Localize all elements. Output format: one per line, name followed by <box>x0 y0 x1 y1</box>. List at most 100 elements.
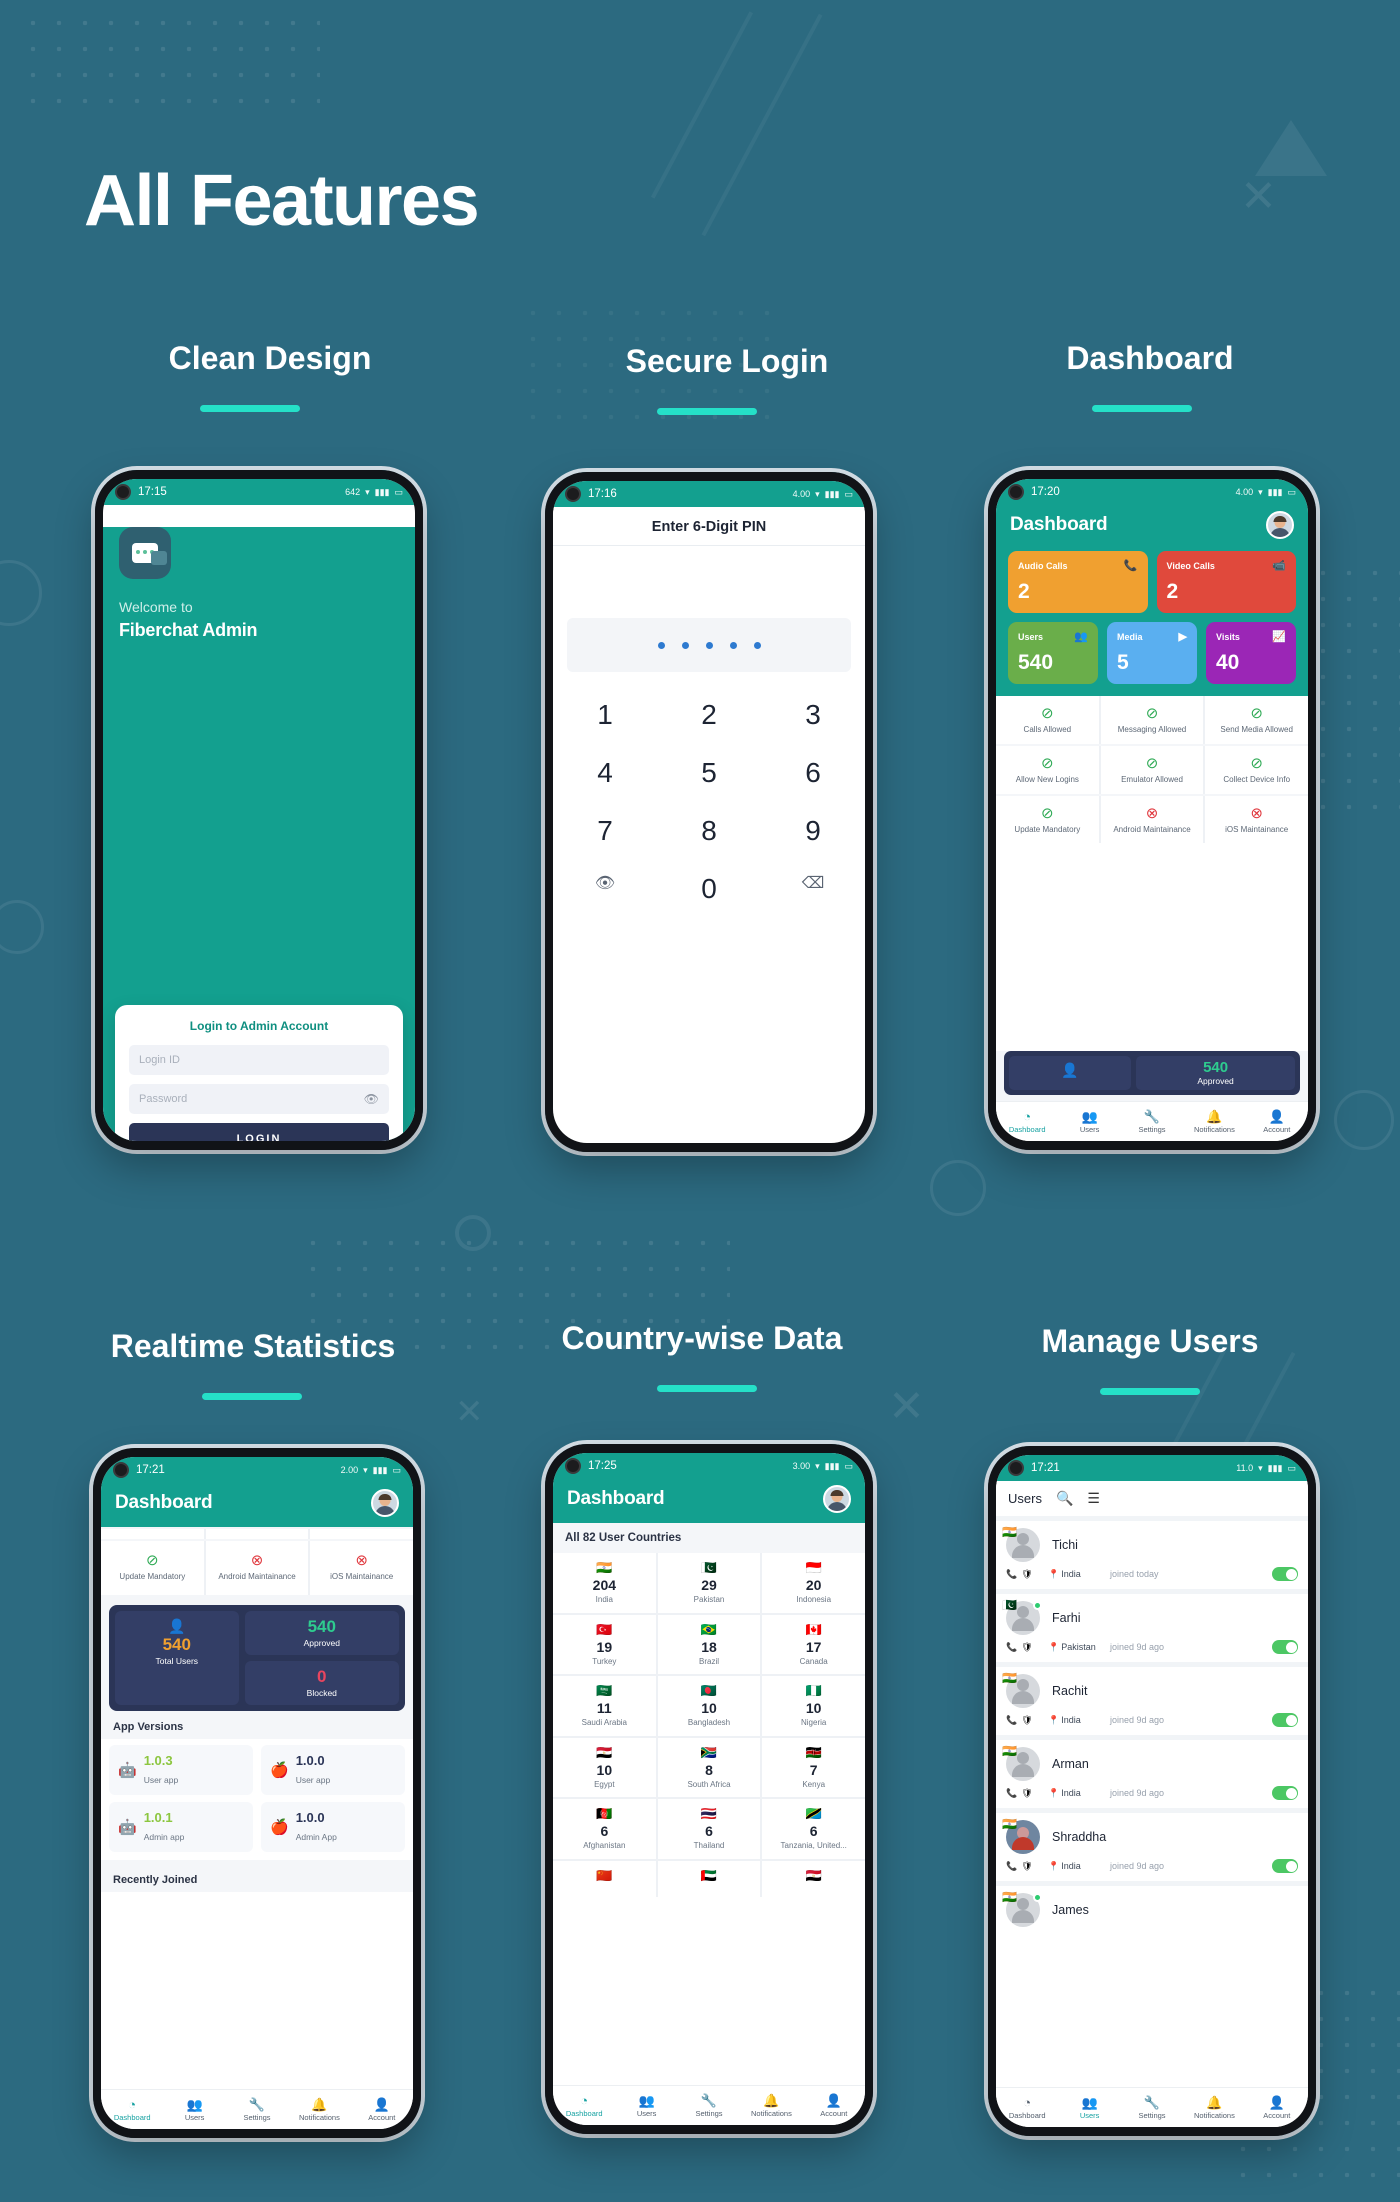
password-input[interactable]: Password 👁 <box>129 1084 389 1114</box>
app-version-ios-user[interactable]: 🍎 1.0.0 User app <box>261 1744 405 1795</box>
nav-users[interactable]: 👥 Users <box>615 2093 677 2118</box>
nav-dashboard[interactable]: ◔ Dashboard <box>553 2093 615 2118</box>
stat-label: Audio Calls <box>1018 560 1068 571</box>
avatar[interactable] <box>1266 511 1294 539</box>
country-cell[interactable]: 🇵🇰 29 Pakistan <box>657 1553 761 1613</box>
phone-icon: 📞 <box>1006 1714 1018 1725</box>
permission-update-mandatory[interactable]: ⊘ Update Mandatory <box>996 795 1099 844</box>
country-cell[interactable]: 🇨🇳 <box>553 1860 656 1897</box>
permission-ios-maintainance[interactable]: ⊗ iOS Maintainance <box>310 1541 413 1595</box>
country-cell[interactable]: 🇿🇦 8 South Africa <box>657 1737 761 1798</box>
key-9[interactable]: 9 <box>761 802 865 860</box>
key-6[interactable]: 6 <box>761 744 865 802</box>
stat-card-media[interactable]: Media ▶ 5 <box>1107 622 1197 684</box>
user-list-item[interactable]: 🇮🇳 Shraddha 📞 🛡 📍 India joined 9d ago <box>996 1813 1308 1886</box>
permission-label: Calls Allowed <box>1023 725 1072 734</box>
permission-update-mandatory[interactable]: ⊘ Update Mandatory <box>101 1541 204 1595</box>
key-5[interactable]: 5 <box>657 744 761 802</box>
login-button[interactable]: LOGIN <box>129 1123 389 1141</box>
show-pin-eye-icon[interactable]: 👁 <box>553 860 657 918</box>
country-cell[interactable]: 🇹🇭 6 Thailand <box>657 1799 761 1859</box>
country-cell[interactable]: 🇧🇩 10 Bangladesh <box>657 1676 761 1736</box>
country-row: 🇦🇫 6 Afghanistan 🇹🇭 6 Thailand 🇹🇿 6 Tanzania, … <box>553 1799 865 1859</box>
nav-notifications[interactable]: 🔔 Notifications <box>740 2093 802 2118</box>
country-cell[interactable]: 🇦🇫 6 Afghanistan <box>553 1799 656 1859</box>
nav-users[interactable]: 👥 Users <box>163 2097 225 2122</box>
user-enable-toggle[interactable] <box>1272 1786 1298 1800</box>
key-0[interactable]: 0 <box>657 860 761 918</box>
country-cell[interactable]: 🇪🇬 10 Egypt <box>553 1737 656 1798</box>
user-list-item[interactable]: 🇮🇳 Tichi 📞 🛡 📍 India joined today <box>996 1521 1308 1594</box>
permission-emulator-allowed[interactable]: ⊘ Emulator Allowed <box>1100 745 1204 794</box>
country-cell[interactable]: 🇦🇪 <box>657 1860 761 1897</box>
country-cell[interactable]: 🇳🇬 10 Nigeria <box>762 1676 865 1736</box>
country-cell[interactable]: 🇮🇩 20 Indonesia <box>762 1553 865 1613</box>
avatar[interactable] <box>823 1485 851 1513</box>
app-bar: Dashboard <box>996 505 1308 549</box>
country-cell[interactable]: 🇪🇬 <box>762 1860 865 1897</box>
user-list-item[interactable]: 🇮🇳 Arman 📞 🛡 📍 India joined 9d ago <box>996 1740 1308 1813</box>
key-3[interactable]: 3 <box>761 686 865 744</box>
permission-android-maintainance[interactable]: ⊗ Android Maintainance <box>205 1541 309 1595</box>
key-1[interactable]: 1 <box>553 686 657 744</box>
permission-allow-new-logins[interactable]: ⊘ Allow New Logins <box>996 745 1099 794</box>
stat-card-video-calls[interactable]: Video Calls 📹 2 <box>1156 551 1296 613</box>
stat-card-visits[interactable]: Visits 📈 40 <box>1206 622 1296 684</box>
permission-send-media-allowed[interactable]: ⊘ Send Media Allowed <box>1205 696 1308 744</box>
country-cell[interactable]: 🇸🇦 11 Saudi Arabia <box>553 1676 656 1736</box>
permission-messaging-allowed[interactable]: ⊘ Messaging Allowed <box>1100 696 1204 744</box>
country-cell[interactable]: 🇹🇿 6 Tanzania, United... <box>762 1799 865 1859</box>
permission-ios-maintainance[interactable]: ⊗ iOS Maintainance <box>1205 795 1308 844</box>
nav-settings[interactable]: 🔧 Settings <box>1121 1109 1183 1134</box>
key-4[interactable]: 4 <box>553 744 657 802</box>
stat-card-users[interactable]: Users 👥 540 <box>1008 622 1098 684</box>
person-icon: 👤 <box>825 2092 842 2108</box>
search-icon[interactable]: 🔍 <box>1056 1490 1073 1507</box>
user-list-item[interactable]: 🇵🇰 Farhi 📞 🛡 📍 Pakistan joined 9d ago <box>996 1594 1308 1667</box>
country-cell[interactable]: 🇰🇪 7 Kenya <box>762 1737 865 1798</box>
key-7[interactable]: 7 <box>553 802 657 860</box>
login-id-input[interactable]: Login ID <box>129 1045 389 1075</box>
nav-dashboard[interactable]: ◔ Dashboard <box>101 2097 163 2122</box>
country-cell[interactable]: 🇨🇦 17 Canada <box>762 1614 865 1675</box>
nav-users[interactable]: 👥 Users <box>1058 1109 1120 1134</box>
app-version-android-user[interactable]: 🤖 1.0.3 User app <box>109 1744 253 1795</box>
nav-settings[interactable]: 🔧 Settings <box>678 2093 740 2118</box>
app-version-android-admin[interactable]: 🤖 1.0.1 Admin app <box>109 1801 253 1852</box>
user-list-item[interactable]: 🇮🇳 James <box>996 1886 1308 1935</box>
key-2[interactable]: 2 <box>657 686 761 744</box>
user-list-item[interactable]: 🇮🇳 Rachit 📞 🛡 📍 India joined 9d ago <box>996 1667 1308 1740</box>
permission-android-maintainance[interactable]: ⊗ Android Maintainance <box>1100 795 1204 844</box>
signal-icon: ▮▮▮ <box>824 488 840 499</box>
nav-account[interactable]: 👤 Account <box>1246 2095 1308 2120</box>
toggle-password-visibility-icon[interactable]: 👁 <box>364 1092 379 1106</box>
user-enable-toggle[interactable] <box>1272 1640 1298 1654</box>
list-icon[interactable]: ☰ <box>1087 1490 1100 1507</box>
backspace-icon[interactable]: ⌫ <box>761 860 865 918</box>
user-enable-toggle[interactable] <box>1272 1713 1298 1727</box>
nav-notifications[interactable]: 🔔 Notifications <box>1183 1109 1245 1134</box>
stat-value: 40 <box>1216 651 1240 674</box>
country-cell[interactable]: 🇮🇳 204 India <box>553 1553 656 1613</box>
nav-dashboard[interactable]: ◔ Dashboard <box>996 2095 1058 2120</box>
nav-users[interactable]: 👥 Users <box>1058 2095 1120 2120</box>
nav-account[interactable]: 👤 Account <box>803 2093 865 2118</box>
country-cell[interactable]: 🇧🇷 18 Brazil <box>657 1614 761 1675</box>
user-enable-toggle[interactable] <box>1272 1859 1298 1873</box>
stat-card-audio-calls[interactable]: Audio Calls 📞 2 <box>1008 551 1148 613</box>
permission-calls-allowed[interactable]: ⊘ Calls Allowed <box>996 696 1099 744</box>
avatar[interactable] <box>371 1489 399 1517</box>
nav-account[interactable]: 👤 Account <box>1246 1109 1308 1134</box>
nav-settings[interactable]: 🔧 Settings <box>226 2097 288 2122</box>
key-8[interactable]: 8 <box>657 802 761 860</box>
user-joined: joined 9d ago <box>1110 1788 1165 1798</box>
nav-account[interactable]: 👤 Account <box>351 2097 413 2122</box>
nav-notifications[interactable]: 🔔 Notifications <box>288 2097 350 2122</box>
nav-notifications[interactable]: 🔔 Notifications <box>1183 2095 1245 2120</box>
nav-dashboard[interactable]: ◔ Dashboard <box>996 1109 1058 1134</box>
user-enable-toggle[interactable] <box>1272 1567 1298 1581</box>
app-version-ios-admin[interactable]: 🍎 1.0.0 Admin App <box>261 1801 405 1852</box>
country-cell[interactable]: 🇹🇷 19 Turkey <box>553 1614 656 1675</box>
nav-settings[interactable]: 🔧 Settings <box>1121 2095 1183 2120</box>
permission-collect-device-info[interactable]: ⊘ Collect Device Info <box>1205 745 1308 794</box>
